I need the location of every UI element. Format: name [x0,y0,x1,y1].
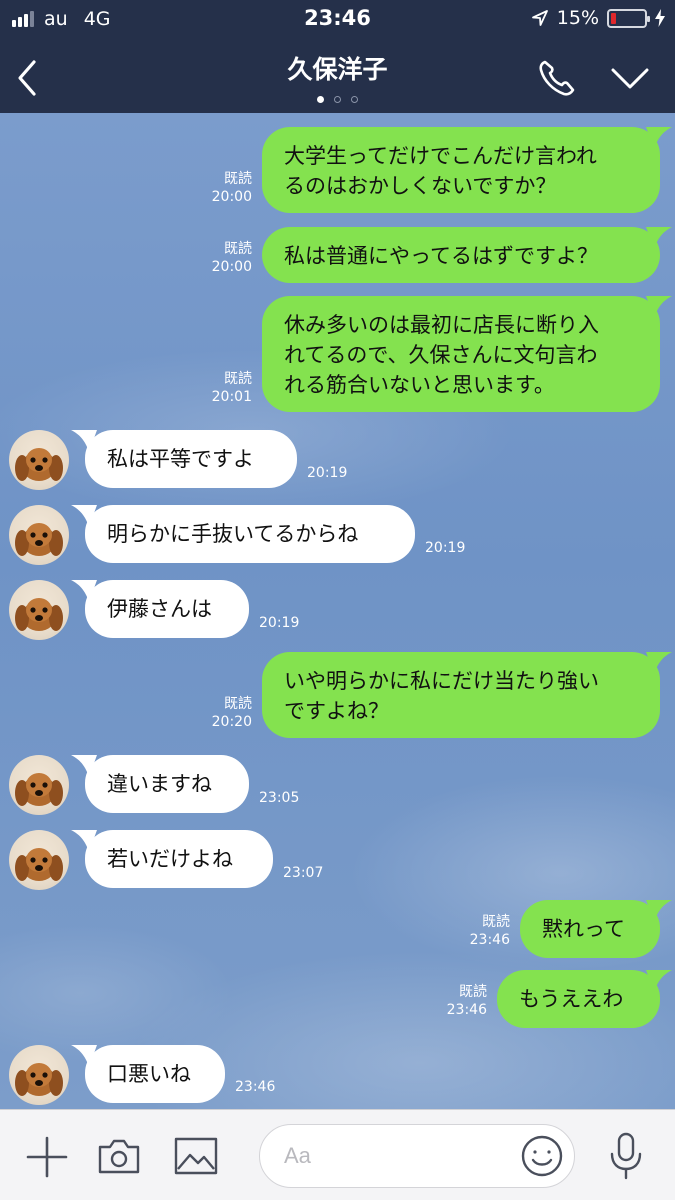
message-meta: 既読 20:20 [190,695,252,731]
dog-avatar-icon [15,773,63,806]
outgoing-message[interactable]: もうええわ [497,970,660,1028]
incoming-message[interactable]: 若いだけよね [85,830,273,888]
microphone-icon [610,1132,642,1180]
incoming-message[interactable]: 明らかに手抜いてるからね [85,505,415,563]
outgoing-message[interactable]: 私は普通にやってるはずですよ？ [262,227,660,283]
emoji-button[interactable] [520,1134,564,1178]
avatar[interactable] [9,830,69,890]
incoming-message[interactable]: 伊藤さんは [85,580,249,638]
message-meta: 既読 20:00 [190,240,252,276]
chat-header: au 4G 23:46 15% 久保洋子 [0,0,675,113]
read-receipt: 既読 [482,914,510,930]
timestamp: 23:46 [446,1002,487,1018]
image-icon [174,1137,218,1175]
input-bar: Aa [0,1109,675,1200]
timestamp: 20:01 [211,389,252,405]
battery-icon [607,8,650,28]
timestamp: 20:19 [425,540,466,556]
read-receipt: 既読 [459,984,487,1000]
dog-avatar-icon [15,523,63,556]
message-meta: 既読 23:46 [448,913,510,949]
bubble-tail [646,900,672,922]
timestamp: 20:19 [259,615,300,631]
input-placeholder: Aa [284,1143,311,1168]
bubble-tail [646,296,672,318]
timestamp: 23:07 [283,865,324,881]
avatar[interactable] [9,580,69,640]
chat-area[interactable]: 大学生ってだけでこんだけ言われ るのはおかしくないですか？ 既読 20:00 私は… [0,113,675,1109]
timestamp: 20:20 [211,714,252,730]
outgoing-message[interactable]: 黙れって [520,900,660,958]
page-dot [351,96,358,103]
avatar[interactable] [9,505,69,565]
timestamp: 20:00 [211,259,252,275]
dog-avatar-icon [15,598,63,631]
timestamp: 23:05 [259,790,300,806]
bubble-tail [646,127,672,149]
page-dot [317,96,324,103]
dog-avatar-icon [15,1063,63,1096]
bubble-tail [646,227,672,249]
outgoing-message[interactable]: 休み多いのは最初に店長に断り入 れてるので、久保さんに文句言わ れる筋合いないと… [262,296,660,412]
avatar[interactable] [9,755,69,815]
bubble-tail [646,970,672,992]
read-receipt: 既読 [224,371,252,387]
message-meta: 既読 23:46 [425,983,487,1019]
bubble-tail [646,652,672,674]
outgoing-message[interactable]: いや明らかに私にだけ当たり強い ですよね？ [262,652,660,738]
incoming-message[interactable]: 口悪いね [85,1045,225,1103]
location-icon [531,10,548,26]
battery-percent: 15% [556,7,599,29]
outgoing-message[interactable]: 大学生ってだけでこんだけ言われ るのはおかしくないですか？ [262,127,660,213]
timestamp: 23:46 [469,932,510,948]
menu-button[interactable] [605,60,655,96]
timestamp: 23:46 [235,1079,276,1095]
call-button[interactable] [535,56,579,100]
timestamp: 20:19 [307,465,348,481]
read-receipt: 既読 [224,696,252,712]
camera-button[interactable] [97,1136,141,1176]
incoming-message[interactable]: 違いますね [85,755,249,813]
smiley-icon [521,1135,563,1177]
plus-icon [26,1136,68,1178]
incoming-message[interactable]: 私は平等ですよ [85,430,297,488]
dog-avatar-icon [15,848,63,881]
timestamp: 20:00 [211,189,252,205]
page-dot [334,96,341,103]
read-receipt: 既読 [224,241,252,257]
voice-button[interactable] [608,1132,644,1182]
charging-icon [655,9,665,27]
camera-icon [98,1139,140,1174]
avatar[interactable] [9,1045,69,1105]
image-button[interactable] [174,1137,218,1175]
add-button[interactable] [25,1135,69,1179]
phone-icon [539,60,575,96]
chevron-down-icon [611,68,649,89]
status-bar: au 4G 23:46 15% [0,0,675,38]
page-indicator [0,96,675,103]
read-receipt: 既読 [224,171,252,187]
avatar[interactable] [9,430,69,490]
message-meta: 既読 20:00 [190,170,252,206]
message-meta: 既読 20:01 [190,370,252,406]
dog-avatar-icon [15,448,63,481]
